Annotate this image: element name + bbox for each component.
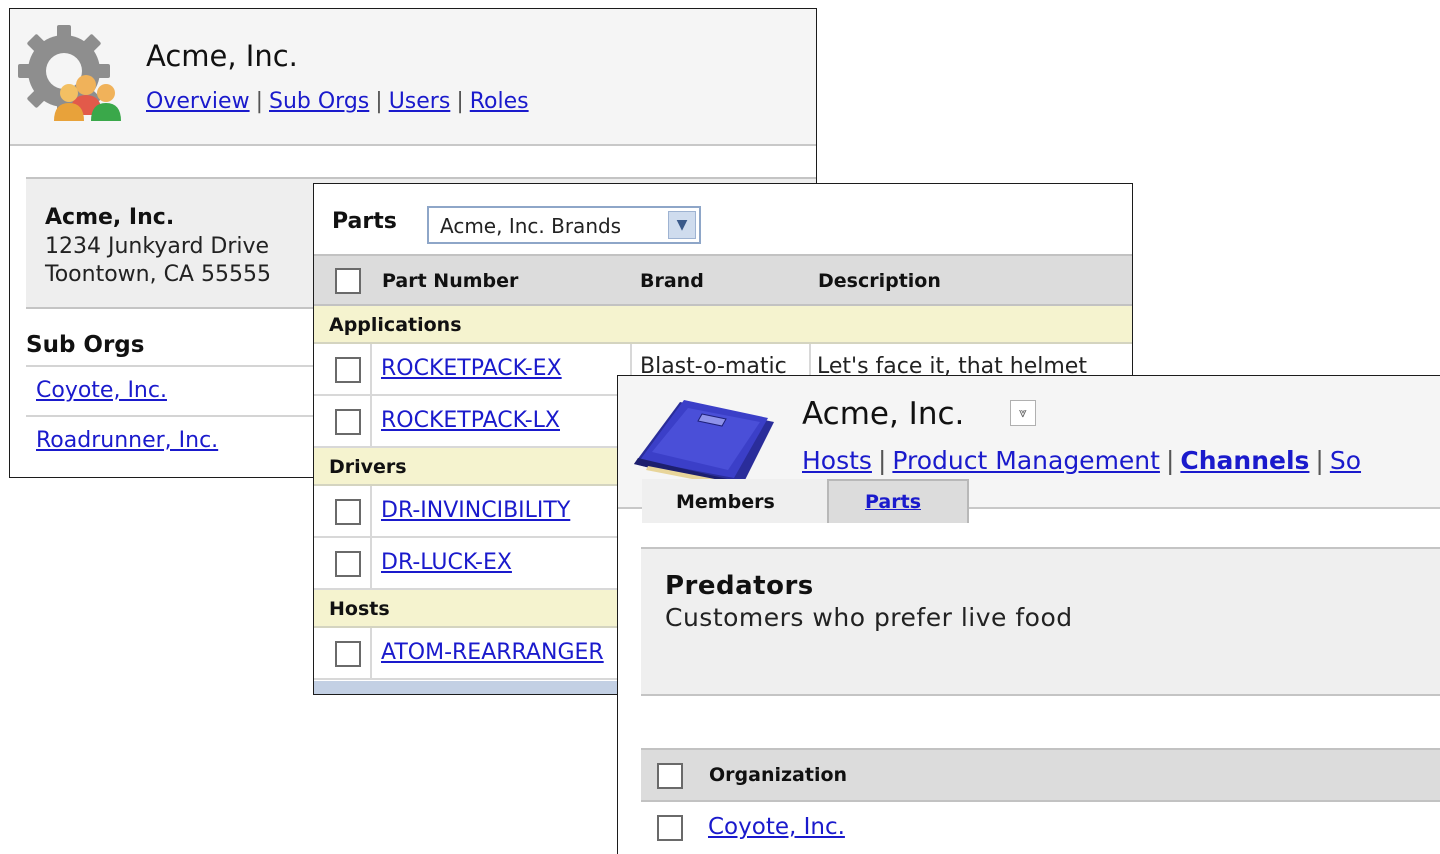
sub-org-link[interactable]: Roadrunner, Inc. xyxy=(36,428,218,453)
channel-description: Customers who prefer live food xyxy=(665,603,1073,632)
sub-orgs-heading: Sub Orgs xyxy=(26,332,145,358)
double-chevron-down-icon[interactable]: ⩔ xyxy=(1010,400,1036,426)
org-nav: Overview | Sub Orgs | Users | Roles xyxy=(146,89,529,114)
group-header: Applications xyxy=(314,306,1132,344)
nav-users-link[interactable]: Users xyxy=(389,89,451,114)
nav-channels-link[interactable]: Channels xyxy=(1180,446,1309,475)
row-checkbox[interactable] xyxy=(335,499,361,525)
column-header[interactable]: Description xyxy=(818,270,941,292)
column-header[interactable]: Brand xyxy=(640,270,704,292)
row-checkbox[interactable] xyxy=(335,357,361,383)
row-checkbox[interactable] xyxy=(335,641,361,667)
gear-users-icon xyxy=(18,25,121,121)
select-all-checkbox[interactable] xyxy=(335,268,361,294)
org-header: Acme, Inc. Overview | Sub Orgs | Users | Roles xyxy=(10,9,816,146)
nav-hosts-link[interactable]: Hosts xyxy=(802,446,872,475)
tab-parts-label[interactable]: Parts xyxy=(865,491,921,513)
parts-table-header: Part Number Brand Description xyxy=(314,254,1132,306)
channel-card: Predators Customers who prefer live food xyxy=(641,547,1440,694)
blue-drive-icon xyxy=(634,400,774,490)
parts-title: Parts xyxy=(332,209,397,234)
tab-parts[interactable]: Parts xyxy=(827,479,969,523)
address-line1: 1234 Junkyard Drive xyxy=(45,234,270,259)
nav-overview-link[interactable]: Overview xyxy=(146,89,250,114)
org-title: Acme, Inc. xyxy=(146,39,298,73)
chevron-down-icon[interactable]: ▼ xyxy=(668,211,696,239)
nav-separator: | xyxy=(375,89,383,114)
address-name: Acme, Inc. xyxy=(45,205,175,230)
nav-separator: | xyxy=(1165,446,1175,475)
address-line2: Toontown, CA 55555 xyxy=(45,262,271,287)
column-header[interactable]: Part Number xyxy=(382,270,518,292)
part-number-link[interactable]: ROCKETPACK-EX xyxy=(381,356,562,381)
row-checkbox[interactable] xyxy=(657,815,683,841)
nav-roles-link[interactable]: Roles xyxy=(470,89,529,114)
nav-separator: | xyxy=(255,89,263,114)
nav-product-management-link[interactable]: Product Management xyxy=(892,446,1160,475)
host-nav: Hosts | Product Management | Channels | So xyxy=(802,446,1361,475)
nav-separator: | xyxy=(877,446,887,475)
column-header[interactable]: Organization xyxy=(709,764,847,786)
nav-separator: | xyxy=(456,89,464,114)
members-table-header: Organization xyxy=(641,748,1440,802)
host-window: Acme, Inc. ⩔ Hosts | Product Management | Ch… xyxy=(617,375,1440,854)
part-number-link[interactable]: ATOM-REARRANGER xyxy=(381,640,604,665)
divider xyxy=(641,694,1440,696)
nav-sub-orgs-link[interactable]: Sub Orgs xyxy=(269,89,369,114)
part-number-link[interactable]: ROCKETPACK-LX xyxy=(381,408,560,433)
nav-separator: | xyxy=(1315,446,1324,475)
tab-members[interactable]: Members xyxy=(642,479,827,523)
host-title: Acme, Inc. xyxy=(802,396,965,432)
sub-org-link[interactable]: Coyote, Inc. xyxy=(36,378,167,403)
part-number-link[interactable]: DR-LUCK-EX xyxy=(381,550,512,575)
parts-toolbar: Parts Acme, Inc. Brands ▼ xyxy=(314,184,1132,254)
brand-select-value: Acme, Inc. Brands xyxy=(440,214,622,238)
organization-link[interactable]: Coyote, Inc. xyxy=(708,814,845,840)
channel-name: Predators xyxy=(665,571,814,601)
nav-truncated-link[interactable]: So xyxy=(1330,446,1361,475)
select-all-checkbox[interactable] xyxy=(657,763,683,789)
brand-select[interactable]: Acme, Inc. Brands ▼ xyxy=(427,206,701,244)
row-checkbox[interactable] xyxy=(335,551,361,577)
part-number-link[interactable]: DR-INVINCIBILITY xyxy=(381,498,570,523)
table-row: Coyote, Inc. xyxy=(641,802,1440,854)
row-checkbox[interactable] xyxy=(335,409,361,435)
